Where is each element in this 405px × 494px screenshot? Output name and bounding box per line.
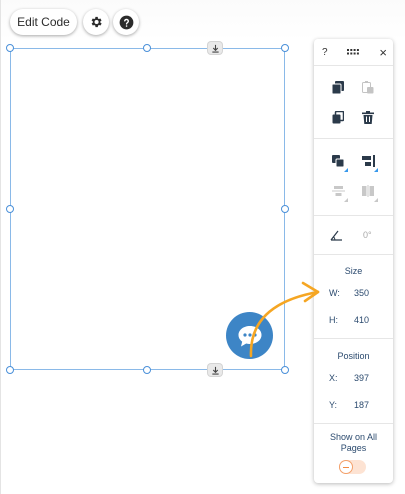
size-section-title: Size	[344, 266, 363, 276]
arrange-icon	[332, 155, 344, 167]
resize-handle-bottom-left[interactable]	[6, 366, 14, 374]
align-button[interactable]	[360, 153, 376, 169]
copy-button[interactable]	[330, 79, 346, 95]
resize-handle-left[interactable]	[6, 205, 14, 213]
height-label: H:	[329, 315, 338, 325]
align-dropdown-indicator	[374, 168, 378, 172]
width-label: W:	[329, 288, 340, 298]
chat-bubble-icon	[238, 325, 261, 346]
panel-divider	[314, 423, 393, 424]
y-label: Y:	[329, 400, 338, 410]
settings-button[interactable]	[83, 9, 109, 35]
show-on-all-pages-label-line2: Pages	[340, 443, 367, 453]
panel-close-button[interactable]: ×	[379, 45, 387, 60]
arrange-dropdown-indicator	[344, 168, 348, 172]
help-button[interactable]	[113, 9, 139, 35]
panel-divider	[314, 215, 393, 216]
editor-canvas: Edit Code ? × 0° Size W: 350 H: 410 Posi…	[0, 0, 405, 494]
stretch-bottom-button[interactable]	[208, 364, 222, 376]
match-size-button[interactable]	[360, 183, 376, 199]
panel-divider	[314, 138, 393, 139]
stretch-down-icon	[211, 366, 219, 375]
element-properties-panel: ? × 0° Size W: 350 H: 410 Position X: 39…	[314, 39, 393, 483]
resize-handle-bottom-right[interactable]	[281, 366, 289, 374]
edit-code-label: Edit Code	[17, 15, 70, 29]
x-label: X:	[329, 373, 338, 383]
duplicate-icon	[332, 110, 344, 123]
resize-handle-right[interactable]	[281, 205, 289, 213]
stretch-down-icon	[211, 44, 219, 53]
stretch-top-button[interactable]	[208, 42, 222, 54]
panel-divider	[314, 338, 393, 339]
position-section-title: Position	[337, 351, 370, 361]
rotate-angle-icon	[330, 230, 342, 241]
panel-divider	[314, 65, 393, 66]
copy-icon	[332, 80, 344, 94]
resize-handle-bottom[interactable]	[143, 366, 151, 374]
panel-divider	[314, 254, 393, 255]
resize-handle-top-left[interactable]	[6, 44, 14, 52]
height-input[interactable]: 410	[354, 315, 369, 325]
x-input[interactable]: 397	[354, 373, 369, 383]
match-size-dropdown-indicator	[374, 198, 378, 202]
distribute-button[interactable]	[330, 183, 346, 199]
delete-button[interactable]	[360, 109, 376, 125]
trash-icon	[362, 110, 374, 124]
show-on-all-pages-toggle[interactable]	[339, 460, 366, 474]
gear-icon	[91, 16, 102, 28]
panel-help-button[interactable]: ?	[322, 47, 328, 58]
question-icon	[119, 15, 133, 29]
chat-button[interactable]	[226, 312, 273, 359]
distribute-dropdown-indicator	[344, 198, 348, 202]
align-icon	[361, 155, 375, 167]
show-on-all-pages-label: Show on All	[329, 432, 378, 442]
width-input[interactable]: 350	[354, 288, 369, 298]
arrange-button[interactable]	[330, 153, 346, 169]
rotate-control[interactable]	[328, 227, 344, 243]
match-size-icon	[362, 185, 374, 197]
resize-handle-top[interactable]	[143, 44, 151, 52]
paste-button[interactable]	[360, 79, 376, 95]
frame-edge	[0, 0, 1, 494]
y-input[interactable]: 187	[354, 400, 369, 410]
toggle-knob	[340, 461, 352, 473]
edit-code-button[interactable]: Edit Code	[10, 9, 77, 35]
distribute-icon	[331, 186, 345, 196]
rotation-value[interactable]: 0°	[363, 230, 372, 240]
paste-icon	[362, 80, 374, 93]
resize-handle-top-right[interactable]	[281, 44, 289, 52]
panel-header: ? ×	[314, 39, 393, 65]
drag-handle-icon[interactable]	[347, 49, 360, 55]
duplicate-button[interactable]	[330, 109, 346, 125]
